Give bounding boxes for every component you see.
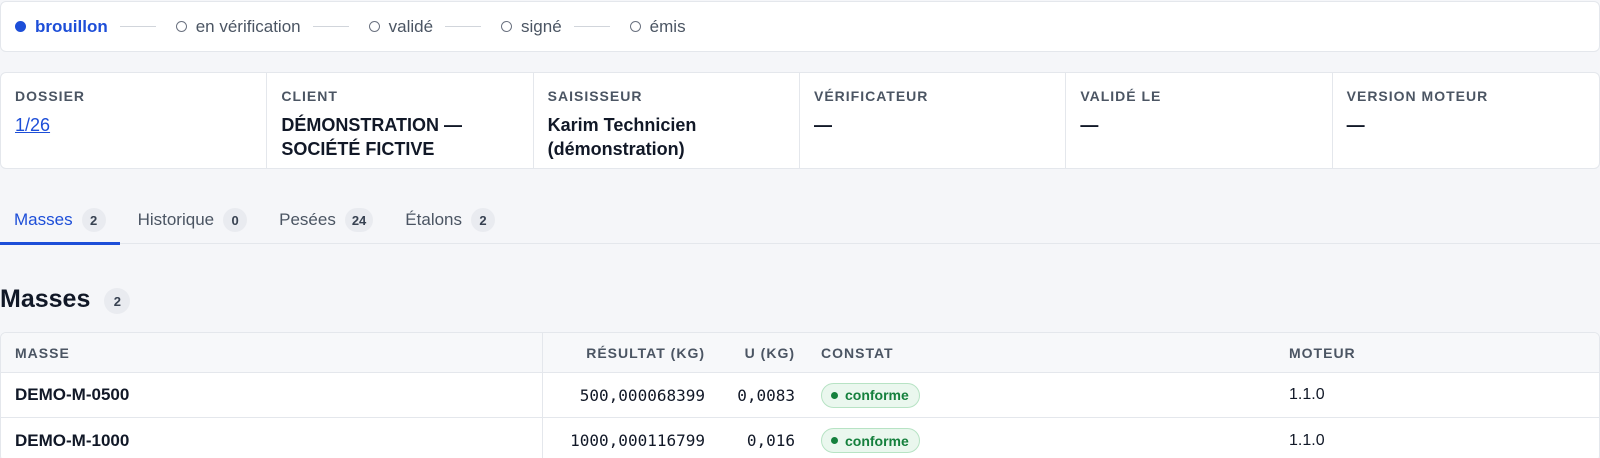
step-connector <box>312 26 349 27</box>
tab-bar: Masses 2 Historique 0 Pesées 24 Étalons … <box>0 198 1600 245</box>
step-dot-icon <box>368 21 380 32</box>
meta-client: CLIENT DÉMONSTRATION — SOCIÉTÉ FICTIVE <box>267 73 534 168</box>
meta-label: VÉRIFICATEUR <box>813 88 929 104</box>
tab-count-badge: 2 <box>471 208 495 232</box>
cell-constat: conforme <box>807 373 1275 417</box>
step-dot-icon <box>175 21 187 32</box>
table-row[interactable]: DEMO-M-0500 500,000068399 0,0083 conform… <box>1 373 1599 418</box>
step-dot-icon <box>629 21 641 32</box>
tab-label: Pesées <box>279 210 336 229</box>
tab-count-badge: 24 <box>344 208 374 232</box>
step-label: validé <box>388 16 434 36</box>
meta-saisisseur: SAISISSEUR Karim Technicien (démonstrati… <box>534 73 800 168</box>
step-connector <box>445 26 482 27</box>
table-header-row: MASSE RÉSULTAT (KG) U (KG) CONSTAT MOTEU… <box>1 333 1599 373</box>
status-badge: conforme <box>821 382 920 408</box>
meta-value: Karim Technicien (démonstration) <box>548 113 785 161</box>
status-stepper: brouillon en vérification validé signé é… <box>0 1 1600 52</box>
step-en-verification: en vérification <box>175 16 301 37</box>
section-header: Masses 2 <box>0 284 131 314</box>
meta-value-line: SOCIÉTÉ FICTIVE <box>281 139 435 159</box>
section-count-badge: 2 <box>104 288 131 314</box>
step-brouillon: brouillon <box>15 17 108 37</box>
meta-label: VALIDÉ LE <box>1080 88 1162 104</box>
meta-value-line: DÉMONSTRATION — <box>281 115 462 135</box>
cell-resultat: 500,000068399 <box>579 385 705 405</box>
step-emis: émis <box>629 16 686 37</box>
cell-constat: conforme <box>807 418 1275 458</box>
status-badge-label: conforme <box>845 387 909 403</box>
table-row[interactable]: DEMO-M-1000 1000,000116799 0,016 conform… <box>1 418 1599 458</box>
section-title: Masses <box>0 284 91 313</box>
column-header-masse[interactable]: MASSE <box>1 333 543 372</box>
meta-value: DÉMONSTRATION — SOCIÉTÉ FICTIVE <box>281 113 518 161</box>
masses-table: MASSE RÉSULTAT (KG) U (KG) CONSTAT MOTEU… <box>0 332 1600 458</box>
meta-value: — <box>1346 115 1365 135</box>
status-dot-icon <box>831 391 838 399</box>
step-connector <box>119 26 156 27</box>
cell-resultat: 1000,000116799 <box>570 431 705 450</box>
step-label: signé <box>521 16 562 36</box>
meta-label: SAISISSEUR <box>547 88 643 104</box>
tab-count-badge: 2 <box>81 208 106 232</box>
status-dot-icon <box>831 437 838 444</box>
meta-value: — <box>1080 115 1099 135</box>
column-header-constat[interactable]: CONSTAT <box>807 333 1275 372</box>
tab-label: Historique <box>137 210 215 229</box>
tab-etalons[interactable]: Étalons 2 <box>391 198 509 244</box>
tab-label: Masses <box>14 210 73 229</box>
step-connector <box>573 26 610 27</box>
step-dot-icon <box>15 21 26 32</box>
column-header-moteur[interactable]: MOTEUR <box>1275 333 1599 372</box>
cell-masse: DEMO-M-1000 <box>1 418 543 458</box>
meta-value: — <box>813 115 832 135</box>
tab-masses[interactable]: Masses 2 <box>0 198 120 245</box>
cell-u: 0,016 <box>746 431 795 450</box>
status-badge: conforme <box>821 428 920 453</box>
tab-label: Étalons <box>405 210 462 229</box>
dossier-link[interactable]: 1/26 <box>15 113 252 137</box>
step-valide: validé <box>368 16 434 37</box>
step-label: émis <box>649 16 686 36</box>
step-dot-icon <box>501 21 513 32</box>
tab-count-badge: 0 <box>223 208 248 232</box>
step-label: en vérification <box>195 16 301 36</box>
step-signe: signé <box>501 17 562 37</box>
column-header-u[interactable]: U (KG) <box>717 333 807 372</box>
meta-dossier: DOSSIER 1/26 <box>1 73 268 168</box>
cell-u: 0,0083 <box>737 385 795 405</box>
column-header-resultat[interactable]: RÉSULTAT (KG) <box>543 333 717 372</box>
meta-label: DOSSIER <box>15 88 86 104</box>
cell-masse: DEMO-M-0500 <box>1 373 543 417</box>
meta-label: VERSION MOTEUR <box>1346 88 1489 104</box>
tab-historique[interactable]: Historique 0 <box>124 198 262 244</box>
meta-value-line: Karim Technicien <box>547 115 697 135</box>
cell-moteur: 1.1.0 <box>1289 386 1325 403</box>
meta-value-line: (démonstration) <box>547 139 685 159</box>
tab-pesees[interactable]: Pesées 24 <box>265 198 387 244</box>
dossier-meta-panel: DOSSIER 1/26 CLIENT DÉMONSTRATION — SOCI… <box>0 72 1600 169</box>
meta-version-moteur: VERSION MOTEUR — <box>1333 73 1599 168</box>
meta-label: CLIENT <box>281 88 338 104</box>
meta-valide-le: VALIDÉ LE — <box>1066 73 1333 168</box>
status-badge-label: conforme <box>845 432 909 449</box>
meta-verificateur: VÉRIFICATEUR — <box>800 73 1067 168</box>
step-label: brouillon <box>35 16 108 36</box>
cell-moteur: 1.1.0 <box>1289 431 1325 449</box>
